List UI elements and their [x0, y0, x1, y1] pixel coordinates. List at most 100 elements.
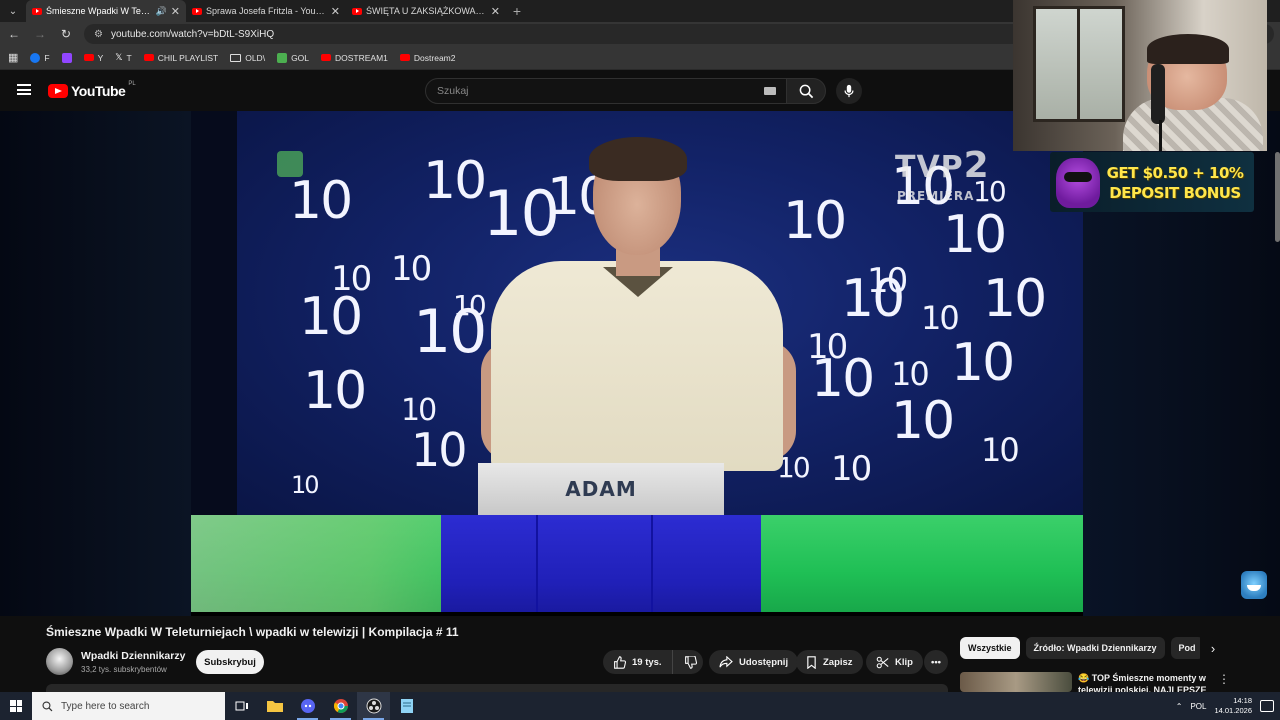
start-button[interactable]	[0, 692, 32, 720]
channel-name[interactable]: Wpadki Dziennikarzy	[81, 650, 185, 662]
search-icon	[42, 700, 53, 711]
more-horizontal-icon: •••	[931, 656, 941, 668]
microphone-icon	[844, 84, 854, 98]
region-code: PL	[128, 81, 136, 87]
ad-subline: DEPOSIT BONUS	[1109, 184, 1241, 202]
wall-digit: 10	[811, 349, 875, 409]
tab-search-button[interactable]: ⌄	[0, 0, 26, 22]
studio-left-dark	[191, 111, 237, 521]
menu-icon[interactable]	[17, 84, 31, 95]
bookmark-facebook[interactable]: F	[30, 52, 50, 63]
chevron-up-icon[interactable]: ⌃	[1176, 702, 1183, 711]
subscribe-button[interactable]: Subskrybuj	[196, 650, 264, 674]
close-icon[interactable]: ✕	[331, 5, 340, 18]
notepad-button[interactable]	[390, 692, 423, 720]
forward-arrow-icon[interactable]: →	[32, 27, 48, 41]
bookmark-twitch[interactable]	[61, 52, 72, 63]
file-explorer-button[interactable]	[258, 692, 291, 720]
obs-button[interactable]	[357, 692, 390, 720]
chip-related[interactable]: Pod	[1170, 637, 1200, 659]
keyboard-icon[interactable]	[764, 87, 776, 95]
folder-icon	[230, 53, 242, 62]
tv-logo-sub: PREMIERA	[897, 189, 975, 203]
bookmark-old[interactable]: OLD\	[230, 53, 265, 63]
taskbar-search-input[interactable]: Type here to search	[32, 692, 225, 720]
video-player[interactable]: 10 10 10 10 10 10 10 10 10 10 10 10 10 10 10 10 10 10 10 10…	[191, 111, 1083, 612]
language-indicator[interactable]: POL	[1190, 702, 1206, 711]
bookmark-label: DOSTREAM1	[335, 52, 388, 63]
chevron-right-icon[interactable]: ›	[1205, 640, 1221, 656]
chip-source-channel[interactable]: Źródło: Wpadki Dziennikarzy	[1025, 637, 1165, 659]
taskbar-search-placeholder: Type here to search	[61, 700, 150, 712]
channel-avatar[interactable]	[46, 648, 73, 675]
tab-active[interactable]: Śmieszne Wpadki W Teleturn 🔊 ✕	[26, 0, 186, 22]
share-button[interactable]: Udostępnij	[709, 650, 799, 674]
clock[interactable]: 14:18 14.01.2026	[1214, 696, 1252, 716]
bookmark-youtube[interactable]: Y	[83, 53, 103, 63]
new-tab-button[interactable]: +	[506, 0, 528, 22]
close-icon[interactable]: ✕	[171, 5, 180, 18]
apps-grid-icon[interactable]: ▦	[8, 51, 18, 64]
windows-logo-icon	[10, 700, 22, 712]
wall-digit: 10	[841, 269, 905, 329]
streamer-webcam	[1013, 0, 1267, 151]
back-arrow-icon[interactable]: ←	[6, 27, 22, 41]
reload-icon[interactable]: ↻	[58, 27, 74, 41]
youtube-logo[interactable]: YouTube PL	[48, 81, 136, 99]
description-box[interactable]	[46, 684, 948, 692]
tab-title: Sprawa Josefa Fritzla - YouTube	[206, 6, 327, 16]
like-button[interactable]: 19 tys.	[603, 650, 673, 674]
youtube-icon	[399, 54, 410, 61]
search-button[interactable]	[786, 78, 826, 104]
recommended-video-thumbnail[interactable]	[960, 672, 1072, 692]
bookmark-gol[interactable]: GOL	[277, 52, 309, 63]
wall-digit: 10	[981, 431, 1020, 469]
streamer-microphone	[1151, 64, 1165, 124]
discord-button[interactable]	[291, 692, 324, 720]
task-view-button[interactable]	[225, 692, 258, 720]
clip-label: Klip	[895, 656, 913, 668]
youtube-favicon-icon	[192, 7, 202, 15]
clock-date: 14.01.2026	[1214, 706, 1252, 715]
notification-icon[interactable]	[1260, 700, 1274, 712]
webcam-window-frame	[1077, 6, 1080, 122]
save-button[interactable]: Zapisz	[796, 650, 863, 674]
clip-button[interactable]: Klip	[866, 650, 923, 674]
chip-all[interactable]: Wszystkie	[960, 637, 1020, 659]
bookmark-icon	[807, 655, 816, 669]
site-settings-icon[interactable]: ⚙	[94, 29, 103, 40]
recommendation-chips: Wszystkie Źródło: Wpadki Dziennikarzy Po…	[960, 637, 1200, 659]
show-logo-icon	[277, 151, 303, 177]
more-vertical-icon[interactable]: ⋮	[1218, 672, 1230, 686]
bookmark-x[interactable]: 𝕏T	[115, 52, 131, 63]
recommended-video-title[interactable]: 😂 TOP Śmieszne momenty w telewizji polsk…	[1078, 672, 1208, 692]
tab-fritzl[interactable]: Sprawa Josefa Fritzla - YouTube ✕	[186, 0, 346, 22]
thumbs-up-icon	[614, 655, 626, 669]
dislike-button[interactable]	[679, 650, 703, 674]
wall-digit: 10	[411, 423, 468, 477]
close-icon[interactable]: ✕	[491, 5, 500, 18]
youtube-icon	[143, 54, 154, 61]
thumbs-down-icon	[685, 655, 698, 669]
bookmark-dostream1[interactable]: DOSTREAM1	[321, 53, 388, 63]
bookmark-label: Dostream2	[413, 52, 456, 63]
x-icon: 𝕏	[115, 52, 123, 62]
wall-digit: 10	[831, 449, 872, 489]
chrome-button[interactable]	[324, 692, 357, 720]
wall-digit: 10	[299, 287, 363, 347]
speaker-icon[interactable]: 🔊	[156, 6, 167, 17]
deposit-bonus-ad[interactable]: GET $0.50 + 10% DEPOSIT BONUS	[1050, 152, 1254, 212]
more-actions-button[interactable]: •••	[924, 650, 948, 674]
tab-title: Śmieszne Wpadki W Teleturn	[46, 6, 152, 16]
bookmark-chil-playlist[interactable]: CHIL PLAYLIST	[143, 53, 218, 63]
tab-swieta[interactable]: ŚWIĘTA U ZAKSIĄŻKOWANYCH ✕	[346, 0, 506, 22]
ad-mascot-icon	[1056, 158, 1100, 208]
scissors-icon	[876, 656, 889, 668]
voice-search-button[interactable]	[836, 78, 862, 104]
page-scrollbar[interactable]	[1275, 152, 1280, 242]
chrome-icon	[333, 699, 348, 713]
bookmark-label: T	[126, 52, 132, 63]
bookmark-dostream2[interactable]: Dostream2	[399, 52, 456, 63]
search-input[interactable]: Szukaj	[425, 78, 787, 104]
wall-digit: 10	[303, 361, 367, 421]
